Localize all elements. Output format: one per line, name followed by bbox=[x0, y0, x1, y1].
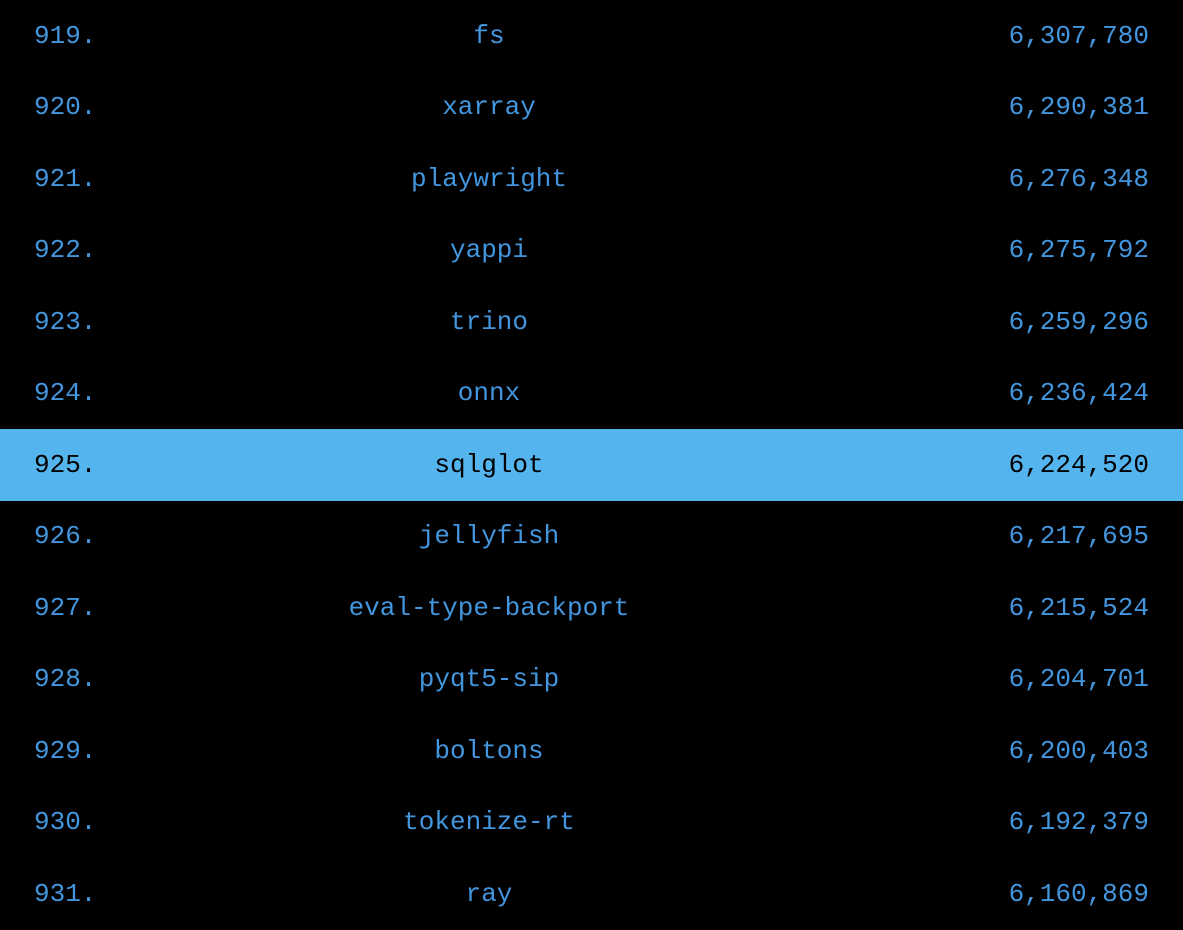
rank-cell: 921. bbox=[14, 164, 119, 194]
package-name-cell: xarray bbox=[119, 92, 859, 122]
downloads-cell: 6,275,792 bbox=[859, 235, 1169, 265]
package-name-cell: trino bbox=[119, 307, 859, 337]
package-name-cell: fs bbox=[119, 21, 859, 51]
table-row[interactable]: 924.onnx6,236,424 bbox=[0, 358, 1183, 430]
table-row[interactable]: 925.sqlglot6,224,520 bbox=[0, 429, 1183, 501]
table-row[interactable]: 920.xarray6,290,381 bbox=[0, 72, 1183, 144]
table-row[interactable]: 929.boltons6,200,403 bbox=[0, 715, 1183, 787]
package-download-table: 919.fs6,307,780920.xarray6,290,381921.pl… bbox=[0, 0, 1183, 930]
package-name-cell: jellyfish bbox=[119, 521, 859, 551]
rank-cell: 924. bbox=[14, 378, 119, 408]
rank-cell: 923. bbox=[14, 307, 119, 337]
package-name-cell: yappi bbox=[119, 235, 859, 265]
table-row[interactable]: 919.fs6,307,780 bbox=[0, 0, 1183, 72]
downloads-cell: 6,259,296 bbox=[859, 307, 1169, 337]
package-name-cell: ray bbox=[119, 879, 859, 909]
package-name-cell: tokenize-rt bbox=[119, 807, 859, 837]
downloads-cell: 6,307,780 bbox=[859, 21, 1169, 51]
downloads-cell: 6,215,524 bbox=[859, 593, 1169, 623]
package-name-cell: pyqt5-sip bbox=[119, 664, 859, 694]
table-row[interactable]: 926.jellyfish6,217,695 bbox=[0, 501, 1183, 573]
table-row[interactable]: 928.pyqt5-sip6,204,701 bbox=[0, 644, 1183, 716]
rank-cell: 929. bbox=[14, 736, 119, 766]
downloads-cell: 6,160,869 bbox=[859, 879, 1169, 909]
package-name-cell: eval-type-backport bbox=[119, 593, 859, 623]
downloads-cell: 6,192,379 bbox=[859, 807, 1169, 837]
table-row[interactable]: 930.tokenize-rt6,192,379 bbox=[0, 787, 1183, 859]
rank-cell: 925. bbox=[14, 450, 119, 480]
rank-cell: 926. bbox=[14, 521, 119, 551]
downloads-cell: 6,217,695 bbox=[859, 521, 1169, 551]
package-name-cell: sqlglot bbox=[119, 450, 859, 480]
rank-cell: 930. bbox=[14, 807, 119, 837]
downloads-cell: 6,204,701 bbox=[859, 664, 1169, 694]
rank-cell: 931. bbox=[14, 879, 119, 909]
package-name-cell: onnx bbox=[119, 378, 859, 408]
package-name-cell: boltons bbox=[119, 736, 859, 766]
rank-cell: 919. bbox=[14, 21, 119, 51]
table-row[interactable]: 923.trino6,259,296 bbox=[0, 286, 1183, 358]
rank-cell: 927. bbox=[14, 593, 119, 623]
downloads-cell: 6,290,381 bbox=[859, 92, 1169, 122]
downloads-cell: 6,200,403 bbox=[859, 736, 1169, 766]
downloads-cell: 6,276,348 bbox=[859, 164, 1169, 194]
package-name-cell: playwright bbox=[119, 164, 859, 194]
table-row[interactable]: 931.ray6,160,869 bbox=[0, 858, 1183, 930]
table-row[interactable]: 921.playwright6,276,348 bbox=[0, 143, 1183, 215]
rank-cell: 928. bbox=[14, 664, 119, 694]
table-row[interactable]: 927.eval-type-backport6,215,524 bbox=[0, 572, 1183, 644]
rank-cell: 922. bbox=[14, 235, 119, 265]
table-row[interactable]: 922.yappi6,275,792 bbox=[0, 215, 1183, 287]
downloads-cell: 6,236,424 bbox=[859, 378, 1169, 408]
downloads-cell: 6,224,520 bbox=[859, 450, 1169, 480]
rank-cell: 920. bbox=[14, 92, 119, 122]
